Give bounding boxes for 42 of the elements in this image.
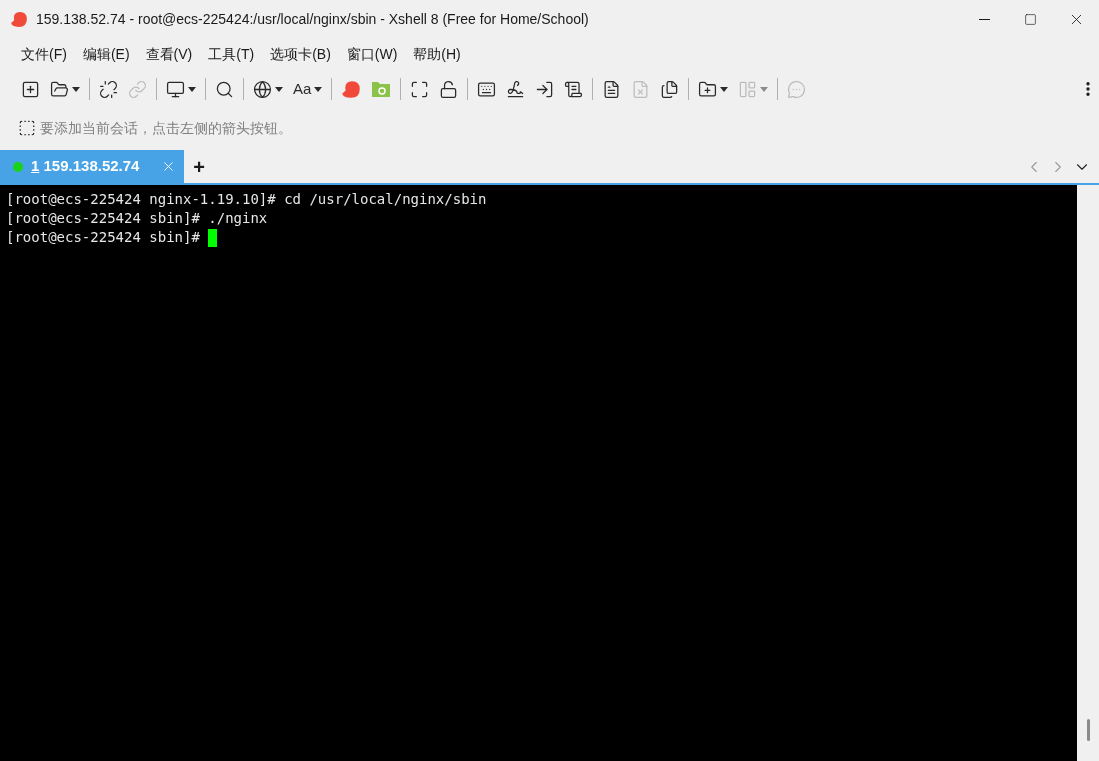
menu-item[interactable]: 文件(F) [14, 41, 74, 67]
maximize-icon [1023, 12, 1037, 26]
caret-icon [760, 86, 769, 92]
folder-icon [50, 79, 69, 99]
caret-icon [72, 86, 80, 92]
font-label: Aa [293, 78, 312, 99]
terminal-line: [root@ecs-225424 nginx-1.19.10]# cd /usr/local/nginx/sbin [6, 190, 487, 209]
terminal-line: [root@ecs-225424 sbin]# ./nginx [6, 209, 268, 228]
layout-icon [738, 79, 758, 99]
toolbar-button[interactable]: Aa [288, 75, 328, 103]
folder-plus-icon [698, 79, 718, 99]
scrollbar-thumb[interactable] [1086, 719, 1090, 741]
window-title: 159.138.52.74 - root@ecs-225424:/usr/local/nginx/sbin - Xshell 8 (Free for Home/School) [36, 9, 589, 29]
lock-icon [439, 79, 459, 99]
menu-item[interactable]: 工具(T) [201, 41, 262, 67]
chat-icon [787, 79, 807, 99]
search-icon [215, 79, 234, 99]
menu-item[interactable]: 查看(V) [138, 41, 200, 67]
tab-label: 1 159.138.52.74 [31, 156, 140, 177]
caret-icon [188, 86, 196, 92]
broken-link-icon [99, 79, 118, 99]
close-tab-icon[interactable] [161, 159, 176, 174]
menu-item[interactable]: 选项卡(B) [263, 41, 338, 67]
menu-item[interactable]: 窗口(W) [339, 41, 405, 67]
caret-icon [720, 86, 729, 92]
terminal-line: [root@ecs-225424 sbin]# [6, 228, 201, 247]
globe-icon [253, 79, 272, 99]
caret-icon [314, 86, 323, 92]
fullscreen-icon [410, 79, 430, 99]
session-hint: 要添加当前会话，点击左侧的箭头按钮。 [40, 118, 292, 138]
new-session-icon [21, 79, 40, 99]
menu-item[interactable]: 帮助(H) [406, 41, 468, 67]
link-icon [128, 79, 147, 99]
new-tab-button[interactable]: + [184, 150, 214, 183]
documents-icon [660, 79, 680, 99]
minimize-icon [978, 18, 990, 20]
pen-icon [506, 79, 526, 99]
caret-icon [275, 86, 283, 92]
terminal-screen[interactable]: [root@ecs-225424 nginx-1.19.10]# cd /usr/local/nginx/sbin [root@ecs-225424 sbin]# ./nginx [root@ecs-225424 sbin]# [0, 185, 1077, 761]
arrow-in-icon [535, 79, 555, 99]
scroll-icon [564, 79, 584, 99]
menu-item[interactable]: 编辑(E) [75, 41, 137, 67]
